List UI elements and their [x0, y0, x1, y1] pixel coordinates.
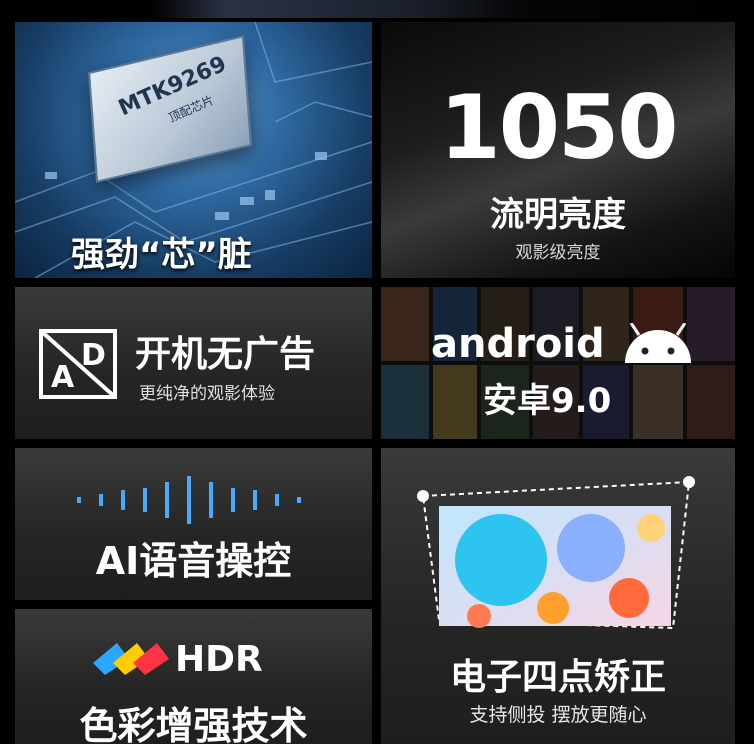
voice-control-title: AI语音操控: [95, 539, 292, 583]
keystone-screen-graphic: [417, 476, 695, 630]
chip-feature-tile: MTK9269 顶配芯片 强劲“芯”脏: [15, 22, 372, 278]
brightness-value: 1050: [439, 76, 679, 179]
voice-control-feature-tile: AI语音操控: [15, 448, 372, 600]
android-robot-icon: [625, 323, 691, 363]
hdr-feature-tile: HDR 色彩增强技术: [15, 609, 372, 744]
no-ads-subtitle: 更纯净的观影体验: [139, 384, 275, 404]
android-wordmark: android: [431, 321, 605, 367]
hdr-logo-icon: HDR: [93, 639, 263, 677]
keystone-correction-feature-tile: 电子四点矫正 支持侧投 摆放更随心: [381, 448, 735, 744]
android-feature-tile: android 安卓9.0: [381, 287, 735, 439]
no-ads-icon: A D: [39, 329, 117, 399]
svg-text:D: D: [81, 338, 106, 373]
hdr-logo-text: HDR: [175, 639, 263, 677]
brightness-feature-tile: 1050 流明亮度 观影级亮度: [381, 22, 735, 278]
hdr-title: 色彩增强技术: [79, 704, 308, 744]
voice-wave-icon: [77, 476, 301, 524]
brightness-title: 流明亮度: [490, 195, 626, 235]
keystone-subtitle: 支持侧投 摆放更随心: [469, 704, 647, 726]
svg-text:A: A: [51, 360, 75, 395]
keystone-title: 电子四点矫正: [449, 657, 666, 698]
chip-caption: 强劲“芯”脏: [71, 235, 252, 275]
android-version: 安卓9.0: [483, 381, 612, 421]
top-banner-strip: [0, 0, 754, 18]
no-ads-feature-tile: A D 开机无广告 更纯净的观影体验: [15, 287, 372, 439]
brightness-subtitle: 观影级亮度: [515, 243, 601, 263]
no-ads-title: 开机无广告: [135, 334, 316, 375]
